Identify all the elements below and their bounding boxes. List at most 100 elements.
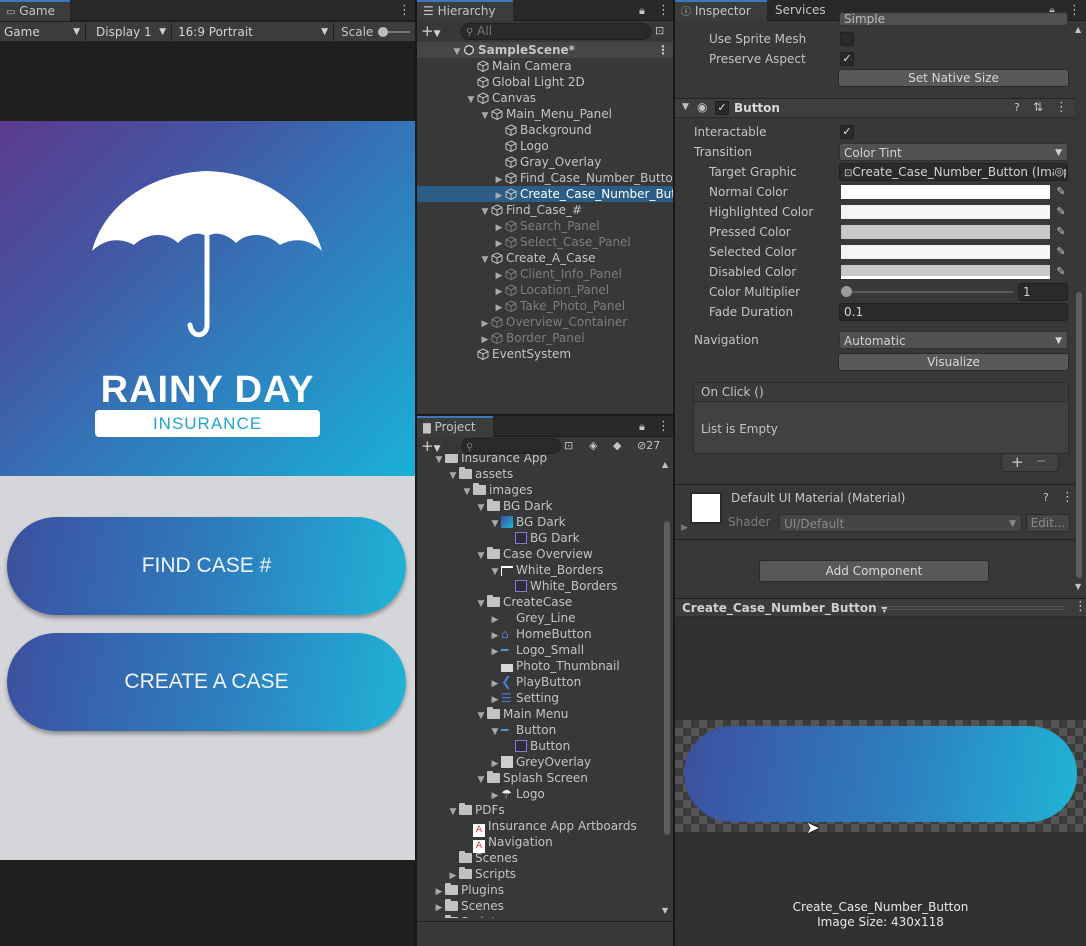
hierarchy-item[interactable]: ▼ Find_Case_# — [417, 202, 673, 218]
project-item[interactable]: ▶ ☂ Logo — [417, 786, 661, 802]
project-item[interactable]: ▶ ━ Logo_Small — [417, 642, 661, 658]
project-item[interactable]: ▶ ☰ Setting — [417, 690, 661, 706]
color-multiplier-input[interactable]: 1 — [1018, 283, 1068, 301]
add-component-button[interactable]: Add Component — [759, 560, 989, 582]
project-item[interactable]: White_Borders — [417, 578, 661, 594]
preserve-aspect-checkbox[interactable]: ✓ — [840, 52, 854, 66]
foldout-arrow-icon[interactable]: ▶ — [681, 523, 688, 533]
preview-resize-handle[interactable] — [877, 606, 1065, 610]
component-menu-icon[interactable]: ⋮ — [1055, 100, 1068, 115]
eyedropper-icon[interactable]: ✎ — [1054, 245, 1068, 259]
project-item[interactable]: ▼ Insurance App — [417, 454, 661, 466]
color-multiplier-slider[interactable] — [841, 286, 1013, 297]
selected-color-swatch[interactable] — [841, 245, 1050, 259]
project-item[interactable]: ▼ Main Menu — [417, 706, 661, 722]
hierarchy-item[interactable]: ▶ Create_Case_Number_Butt — [417, 186, 673, 202]
project-item[interactable]: ▶ ⌂ HomeButton — [417, 626, 661, 642]
hierarchy-item[interactable]: ▶ Overview_Container — [417, 314, 673, 330]
hierarchy-item[interactable]: ▶ Take_Photo_Panel — [417, 298, 673, 314]
project-item[interactable]: ▶ Plugins — [417, 882, 661, 898]
project-item[interactable]: ▼ Case Overview — [417, 546, 661, 562]
inspector-scrollbar[interactable] — [1076, 292, 1082, 578]
preset-icon[interactable]: ⇅ — [1033, 100, 1043, 114]
normal-color-swatch[interactable] — [841, 185, 1050, 199]
add-event-button[interactable]: + — [1011, 453, 1024, 471]
hierarchy-item[interactable]: ▶ Border_Panel — [417, 330, 673, 346]
label-icon[interactable]: ◆ — [613, 439, 621, 452]
material-menu-icon[interactable]: ⋮ — [1061, 490, 1074, 505]
hierarchy-item[interactable]: ▼ Main_Menu_Panel — [417, 106, 673, 122]
project-search-input[interactable]: ⚲ — [461, 438, 561, 454]
eyedropper-icon[interactable]: ✎ — [1054, 265, 1068, 279]
foldout-closed-icon[interactable]: ▶ — [433, 916, 445, 918]
project-item[interactable]: ▶Scripts — [417, 866, 661, 882]
visualize-button[interactable]: Visualize — [838, 353, 1069, 371]
button-enabled-checkbox[interactable]: ✓ — [715, 101, 729, 115]
transition-dropdown[interactable]: Color Tint ▼ — [839, 143, 1068, 161]
hidden-eye-icon[interactable]: ⊘27 — [637, 439, 660, 452]
display-dropdown[interactable]: Display 1 ▼ — [92, 23, 172, 41]
fade-duration-input[interactable]: 0.1 — [839, 303, 1068, 321]
scale-slider-thumb[interactable] — [378, 27, 388, 37]
view-mode-dropdown[interactable]: Game ▼ — [0, 23, 86, 41]
hierarchy-item[interactable]: ▼ SampleScene* ⋮ — [417, 42, 673, 58]
project-item[interactable]: ▼ assets — [417, 466, 661, 482]
set-native-size-button[interactable]: Set Native Size — [838, 69, 1069, 87]
project-item[interactable]: ▼ Splash Screen — [417, 770, 661, 786]
project-item[interactable]: A Insurance App Artboards — [417, 818, 661, 837]
tab-inspector[interactable]: ⓘ Inspector — [675, 0, 767, 21]
inspector-scroll-down[interactable]: ▼ — [1075, 582, 1081, 591]
image-type-dropdown[interactable]: Simple — [839, 12, 1068, 26]
project-item[interactable]: BG Dark — [417, 530, 661, 546]
hierarchy-item[interactable]: ▼ Canvas — [417, 90, 673, 106]
project-item[interactable]: Photo_Thumbnail — [417, 658, 661, 674]
hierarchy-item[interactable]: Main Camera — [417, 58, 673, 74]
hierarchy-item[interactable]: Background — [417, 122, 673, 138]
project-item[interactable]: Button — [417, 738, 661, 754]
help-icon[interactable]: ? — [1043, 491, 1049, 504]
project-item[interactable]: ▶ Scenes — [417, 898, 661, 914]
hierarchy-item[interactable]: EventSystem — [417, 346, 673, 362]
project-scroll-down[interactable]: ▼ — [662, 906, 668, 915]
hierarchy-item[interactable]: Logo — [417, 138, 673, 154]
hierarchy-search-input[interactable]: ⚲ All — [461, 23, 651, 40]
create-menu-button[interactable]: +▼ — [421, 22, 441, 40]
lock-icon[interactable]: 🔒︎ — [639, 420, 645, 434]
inspector-scroll-up[interactable]: ▲ — [1075, 25, 1081, 34]
eyedropper-icon[interactable]: ✎ — [1054, 205, 1068, 219]
inspector-menu-icon[interactable]: ⋮ — [1068, 3, 1081, 18]
project-menu-icon[interactable]: ⋮ — [657, 419, 670, 434]
scene-search-icon[interactable]: ⊡ — [655, 24, 664, 37]
scene-menu-icon[interactable]: ⋮ — [657, 42, 669, 58]
project-scrollbar[interactable] — [664, 521, 670, 835]
foldout-arrow-icon[interactable]: ▼ — [682, 102, 689, 112]
preview-menu-icon[interactable]: ⋮ — [1074, 599, 1086, 614]
tab-project[interactable]: ▇ Project — [417, 416, 493, 437]
object-picker-icon[interactable]: ◎ — [1054, 164, 1064, 180]
project-item[interactable]: ▶ ❮ PlayButton — [417, 674, 661, 690]
interactable-checkbox[interactable]: ✓ — [840, 125, 854, 139]
remove-event-button[interactable]: − — [1036, 454, 1047, 469]
hierarchy-item[interactable]: ▶ Client_Info_Panel — [417, 266, 673, 282]
help-icon[interactable]: ? — [1014, 101, 1020, 114]
project-item[interactable]: ▶ GreyOverlay — [417, 754, 661, 770]
project-item[interactable]: ▶Scripts — [417, 914, 661, 918]
navigation-dropdown[interactable]: Automatic ▼ — [839, 331, 1068, 349]
use-sprite-mesh-checkbox[interactable] — [840, 32, 854, 46]
scale-slider[interactable] — [378, 27, 410, 37]
filter-icon[interactable]: ◈ — [589, 439, 597, 452]
project-scroll-up[interactable]: ▲ — [662, 460, 668, 469]
lock-icon[interactable]: 🔒︎ — [639, 4, 645, 18]
hierarchy-item[interactable]: ▶ Select_Case_Panel — [417, 234, 673, 250]
project-item[interactable]: ▼ ━ Button — [417, 722, 661, 738]
pressed-color-swatch[interactable] — [841, 225, 1050, 239]
hierarchy-item[interactable]: ▼ Create_A_Case — [417, 250, 673, 266]
find-case-button[interactable]: FIND CASE # — [7, 517, 406, 615]
hierarchy-item[interactable]: Global Light 2D — [417, 74, 673, 90]
eyedropper-icon[interactable]: ✎ — [1054, 185, 1068, 199]
target-graphic-field[interactable]: ⊡Create_Case_Number_Button (Imag ◎ — [839, 163, 1068, 181]
project-item[interactable]: ▼ BG Dark — [417, 514, 661, 530]
hierarchy-menu-icon[interactable]: ⋮ — [657, 3, 670, 18]
project-item[interactable]: ▼ CreateCase — [417, 594, 661, 610]
game-menu-icon[interactable]: ⋮ — [398, 3, 411, 18]
